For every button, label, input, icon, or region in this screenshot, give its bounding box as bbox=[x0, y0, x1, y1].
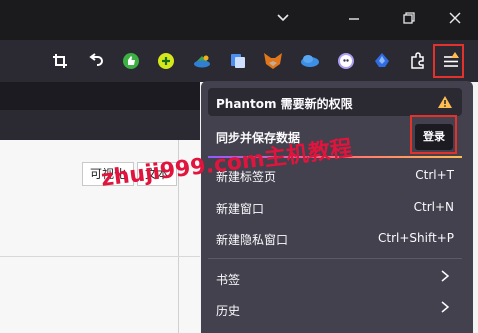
notice-label: Phantom 需要新的权限 bbox=[216, 97, 353, 111]
translate-extension-icon[interactable] bbox=[228, 51, 248, 71]
warning-icon bbox=[437, 94, 453, 113]
spaceship-icon[interactable] bbox=[372, 51, 392, 71]
tab-list-dropdown-icon[interactable] bbox=[271, 8, 295, 32]
login-button-highlight bbox=[410, 115, 457, 154]
menu-item-history[interactable]: 历史 bbox=[216, 302, 240, 319]
shortcut-new-private-window: Ctrl+Shift+P bbox=[378, 231, 454, 245]
chevron-right-icon bbox=[440, 269, 450, 287]
page-divider bbox=[0, 256, 200, 257]
close-icon[interactable] bbox=[443, 8, 467, 32]
page-header-bar bbox=[0, 110, 200, 140]
cloud-extension-icon[interactable] bbox=[192, 51, 212, 71]
bookmarks-strip bbox=[0, 82, 200, 110]
menu-separator bbox=[208, 258, 462, 259]
menu-item-bookmarks[interactable]: 书签 bbox=[216, 271, 240, 288]
menu-item-new-window[interactable]: 新建窗口 bbox=[216, 200, 264, 217]
shortcut-new-tab: Ctrl+T bbox=[415, 168, 454, 182]
chevron-right-icon bbox=[440, 300, 450, 318]
shortcut-new-window: Ctrl+N bbox=[413, 200, 454, 214]
metamask-fox-icon[interactable] bbox=[263, 51, 283, 71]
plus-extension-icon[interactable] bbox=[156, 51, 176, 71]
menu-item-new-private-window[interactable]: 新建隐私窗口 bbox=[216, 231, 288, 248]
crop-icon[interactable] bbox=[50, 51, 70, 71]
minimize-icon[interactable] bbox=[342, 8, 366, 32]
restore-icon[interactable] bbox=[397, 8, 421, 32]
thumbs-up-extension-icon[interactable] bbox=[121, 51, 141, 71]
undo-icon[interactable] bbox=[85, 51, 105, 71]
cloud-sync-icon[interactable] bbox=[300, 51, 320, 71]
puzzle-extensions-icon[interactable] bbox=[408, 51, 428, 71]
menu-button-highlight bbox=[433, 44, 464, 78]
phantom-ghost-icon[interactable] bbox=[336, 51, 356, 71]
